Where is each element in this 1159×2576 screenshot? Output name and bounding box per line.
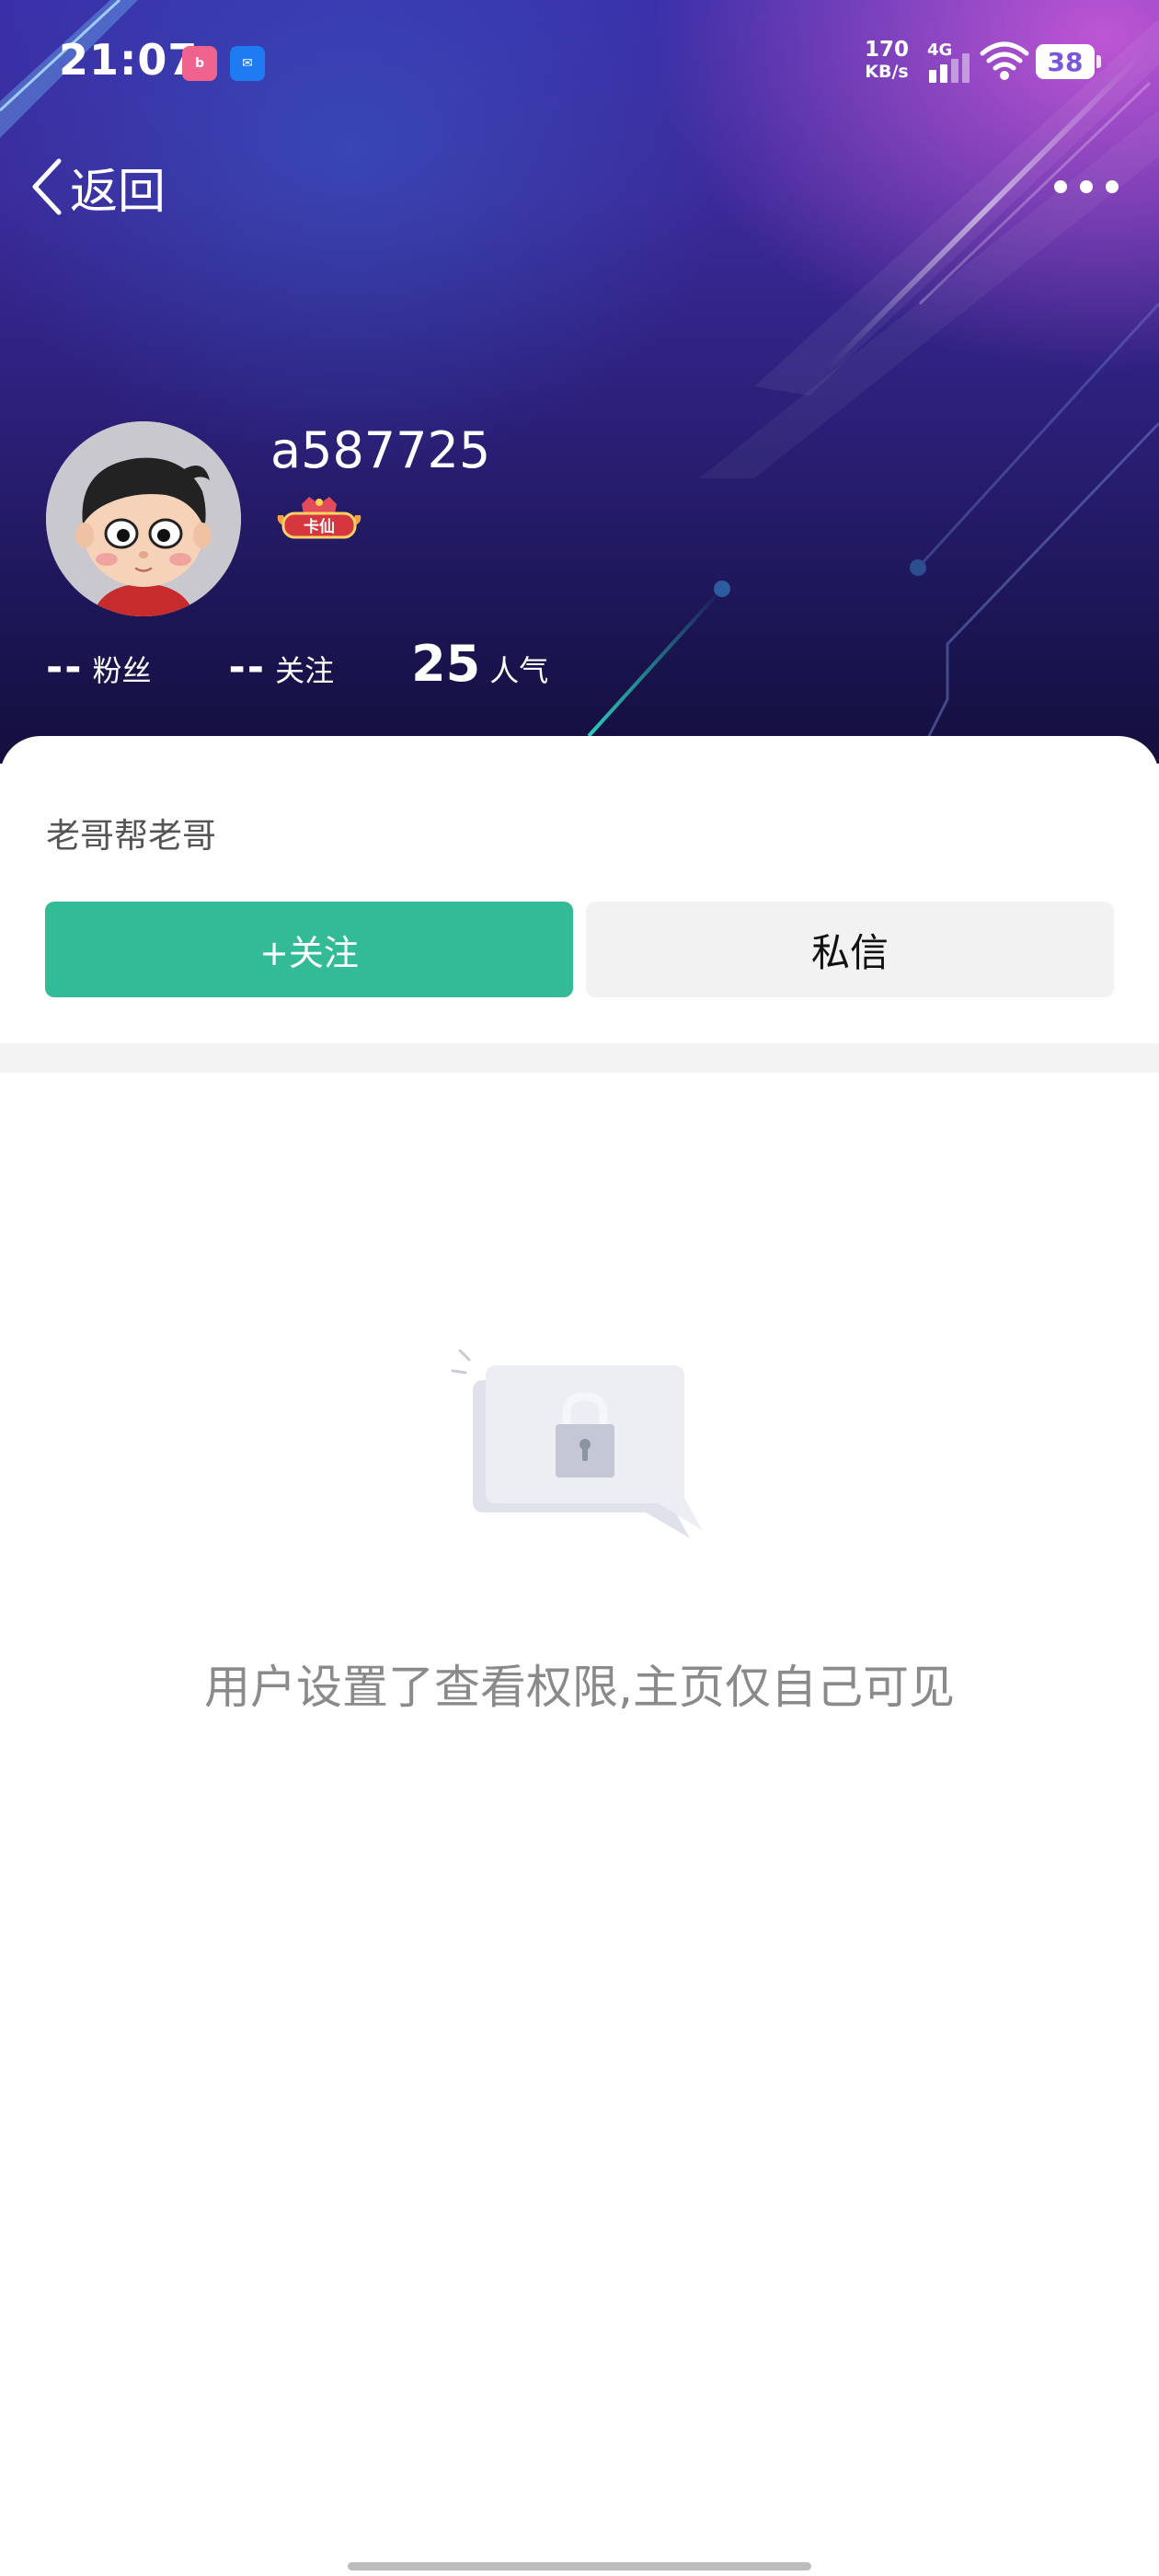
message-app-icon: ✉ bbox=[230, 46, 265, 81]
stat-popularity-value: 25 bbox=[411, 635, 481, 693]
stat-following[interactable]: -- 关注 bbox=[229, 644, 335, 691]
status-bar: 21:07 b ✉ 170 KB/s 4G 38 bbox=[0, 0, 1159, 124]
network-type: 4G bbox=[927, 40, 953, 60]
status-time: 21:07 bbox=[59, 35, 199, 85]
stat-following-value: -- bbox=[228, 644, 267, 691]
stat-fans-label: 粉丝 bbox=[92, 653, 152, 688]
stat-fans[interactable]: -- 粉丝 bbox=[46, 644, 152, 691]
back-button[interactable]: 返回 bbox=[28, 153, 166, 221]
stat-following-label: 关注 bbox=[275, 653, 335, 688]
chevron-left-icon bbox=[32, 158, 62, 215]
privacy-empty-message: 用户设置了查看权限,主页仅自己可见 bbox=[204, 1661, 955, 1714]
profile-stats: -- 粉丝 -- 关注 25 人气 bbox=[46, 635, 548, 699]
lock-icon bbox=[451, 1349, 703, 1538]
home-indicator[interactable] bbox=[348, 2562, 811, 2570]
badge-text: 卡仙 bbox=[304, 517, 335, 536]
avatar-cartoon-face bbox=[46, 421, 241, 616]
profile-header-background: 21:07 b ✉ 170 KB/s 4G 38 返回 a587725 卡仙 -… bbox=[0, 0, 1159, 764]
network-speed: 170 KB/s bbox=[865, 39, 909, 83]
stat-popularity: 25 人气 bbox=[411, 635, 548, 693]
network-speed-unit: KB/s bbox=[865, 62, 909, 82]
stat-popularity-label: 人气 bbox=[489, 653, 549, 688]
bilibili-app-icon: b bbox=[182, 46, 217, 81]
stat-fans-value: -- bbox=[46, 644, 84, 691]
back-label: 返回 bbox=[70, 164, 166, 220]
username: a587725 bbox=[270, 421, 491, 479]
private-message-button[interactable]: 私信 bbox=[586, 902, 1114, 997]
follow-button[interactable]: +关注 bbox=[45, 902, 573, 997]
network-speed-value: 170 bbox=[865, 38, 910, 62]
profile-content-card: 老哥帮老哥 +关注 私信 用户设置了查看权限,主页仅自己可见 bbox=[0, 736, 1159, 2576]
cellular-signal-icon: 4G bbox=[927, 40, 973, 83]
profile-signature: 老哥帮老哥 bbox=[46, 816, 216, 856]
kaxian-badge-icon: 卡仙 bbox=[277, 497, 361, 539]
wifi-icon bbox=[980, 41, 1029, 80]
section-divider bbox=[0, 1043, 1159, 1073]
avatar[interactable] bbox=[46, 421, 241, 616]
profile-page: 21:07 b ✉ 170 KB/s 4G 38 返回 a587725 卡仙 -… bbox=[0, 0, 1159, 2576]
more-dots-icon[interactable] bbox=[1054, 171, 1119, 202]
battery-indicator: 38 bbox=[1036, 44, 1101, 79]
